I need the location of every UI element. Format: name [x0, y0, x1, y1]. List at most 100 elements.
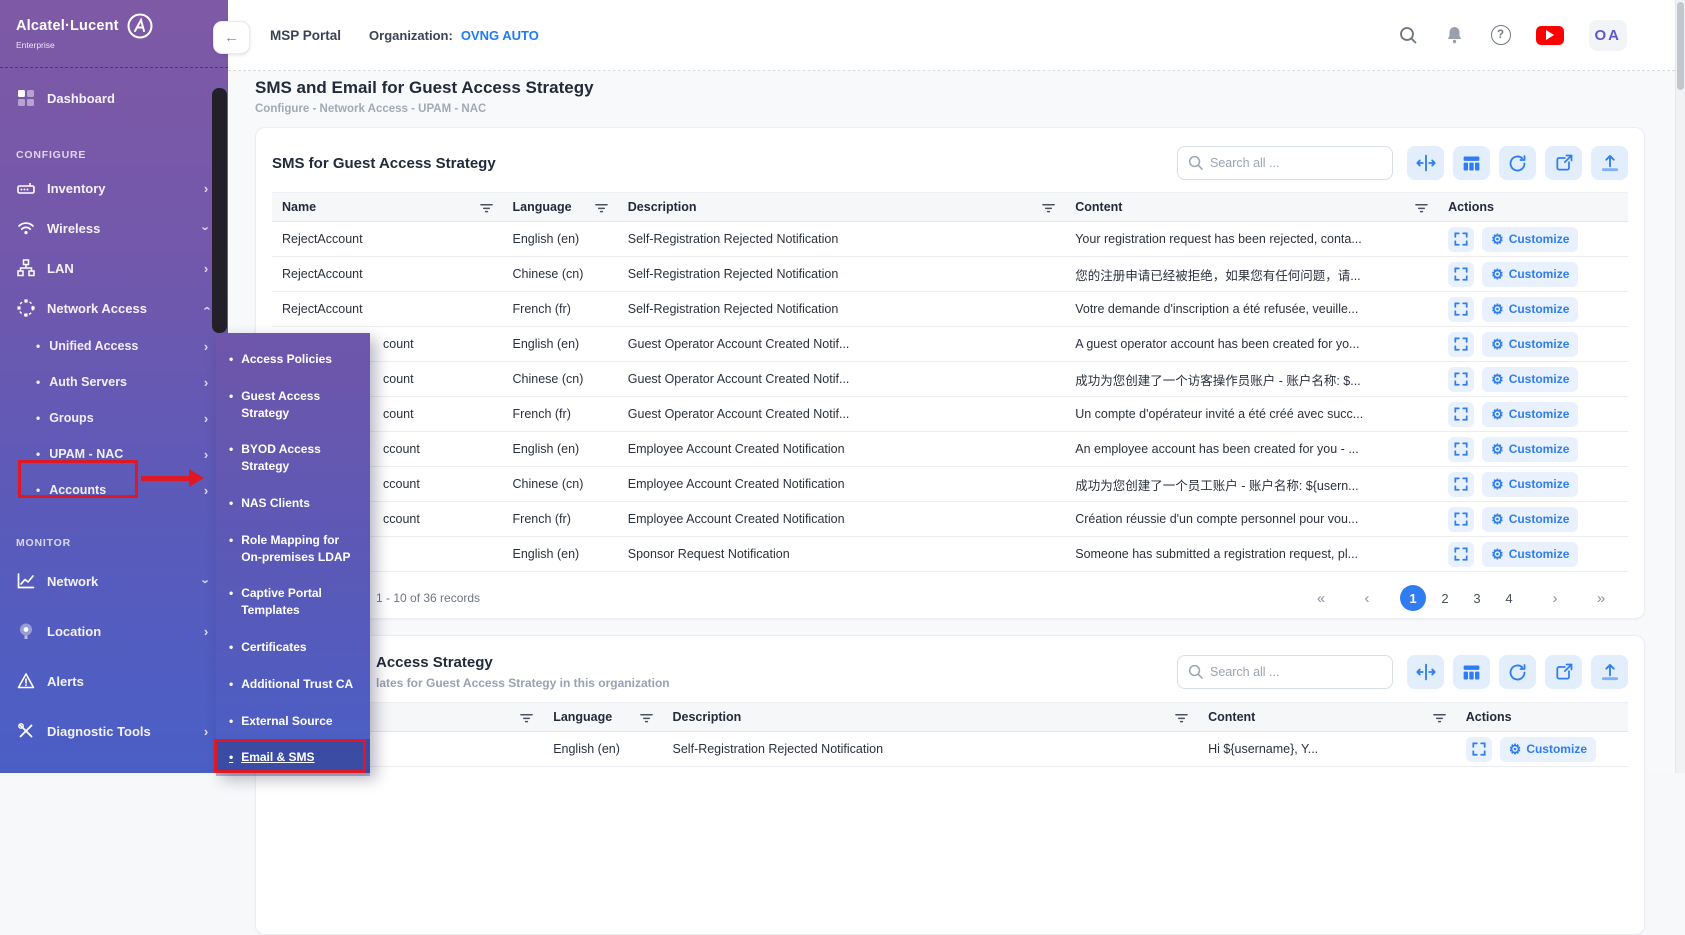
- sidebar-item-location[interactable]: Location: [0, 606, 228, 656]
- flyout-menu-item[interactable]: Captive Portal Templates: [216, 575, 370, 629]
- flyout-menu-item[interactable]: External Source: [216, 703, 370, 740]
- flyout-menu-item[interactable]: NAS Clients: [216, 485, 370, 522]
- table-row[interactable]: RejectAccount Chinese (cn) Self-Registra…: [272, 257, 1628, 292]
- flyout-menu-item[interactable]: BYOD Access Strategy: [216, 431, 370, 485]
- flyout-menu-item[interactable]: Access Policies: [216, 341, 370, 378]
- refresh-button[interactable]: [1499, 146, 1536, 180]
- sidebar-collapse-button[interactable]: [213, 21, 250, 54]
- sidebar-item-network[interactable]: Network: [0, 556, 228, 606]
- avatar[interactable]: OA: [1589, 20, 1628, 51]
- customize-button[interactable]: Customize: [1482, 227, 1578, 252]
- flyout-menu-item[interactable]: Additional Trust CA: [216, 666, 370, 703]
- flyout-menu-item[interactable]: Certificates: [216, 629, 370, 666]
- flyout-menu-item[interactable]: Email & SMS: [216, 739, 370, 776]
- page-scrollbar-thumb[interactable]: [1677, 2, 1684, 90]
- youtube-icon[interactable]: [1536, 26, 1564, 45]
- customize-button[interactable]: Customize: [1482, 472, 1578, 497]
- filter-icon[interactable]: [595, 201, 608, 214]
- filter-icon[interactable]: [1042, 201, 1055, 214]
- page-scrollbar[interactable]: [1675, 0, 1685, 773]
- sidebar-item-wireless[interactable]: Wireless: [0, 208, 228, 248]
- sidebar-scrollbar-thumb[interactable]: [212, 88, 227, 333]
- prev-page-button[interactable]: ‹: [1354, 585, 1380, 611]
- sidebar-item-unified-access[interactable]: Unified Access: [0, 328, 228, 364]
- filter-icon[interactable]: [1175, 711, 1188, 724]
- customize-button[interactable]: Customize: [1482, 297, 1578, 322]
- refresh-button[interactable]: [1499, 655, 1536, 689]
- expand-button[interactable]: [1448, 227, 1474, 252]
- expand-button[interactable]: [1466, 737, 1492, 762]
- expand-button[interactable]: [1448, 402, 1474, 427]
- export-button[interactable]: [1591, 655, 1628, 689]
- search-icon[interactable]: [1397, 24, 1419, 46]
- customize-button[interactable]: Customize: [1482, 542, 1578, 567]
- customize-button[interactable]: Customize: [1482, 332, 1578, 357]
- table-row[interactable]: count English (en) Guest Operator Accoun…: [272, 327, 1628, 362]
- chevron-right-icon: [200, 725, 212, 738]
- sidebar-item-groups[interactable]: Groups: [0, 400, 228, 436]
- organization-value-link[interactable]: OVNG AUTO: [461, 28, 539, 43]
- table-row[interactable]: ccount English (en) Employee Account Cre…: [272, 432, 1628, 467]
- sidebar-item-diagnostic-tools[interactable]: Diagnostic Tools: [0, 706, 228, 756]
- column-header-content: Content: [1208, 710, 1255, 724]
- export-button[interactable]: [1591, 146, 1628, 180]
- fit-columns-button[interactable]: [1407, 146, 1444, 180]
- search-input[interactable]: [1177, 146, 1393, 180]
- table-row[interactable]: count Chinese (cn) Guest Operator Accoun…: [272, 362, 1628, 397]
- sidebar-item-inventory[interactable]: Inventory: [0, 168, 228, 208]
- table-row[interactable]: English (en) Sponsor Request Notificatio…: [272, 537, 1628, 572]
- sidebar-item-network-access[interactable]: Network Access: [0, 288, 228, 328]
- search-input[interactable]: [1177, 655, 1393, 689]
- next-page-button[interactable]: ›: [1542, 585, 1568, 611]
- page-button-3[interactable]: 3: [1464, 585, 1490, 611]
- expand-button[interactable]: [1448, 437, 1474, 462]
- filter-icon[interactable]: [480, 201, 493, 214]
- expand-button[interactable]: [1448, 262, 1474, 287]
- sidebar-item-alerts[interactable]: Alerts: [0, 656, 228, 706]
- cell-language: English (en): [553, 742, 620, 756]
- cell-name: RejectAccount: [282, 302, 363, 316]
- table-row[interactable]: RejectAccount French (fr) Self-Registrat…: [272, 292, 1628, 327]
- table-row[interactable]: ccount Chinese (cn) Employee Account Cre…: [272, 467, 1628, 502]
- page-button-2[interactable]: 2: [1432, 585, 1458, 611]
- expand-button[interactable]: [1448, 472, 1474, 497]
- expand-button[interactable]: [1448, 297, 1474, 322]
- open-external-button[interactable]: [1545, 146, 1582, 180]
- customize-button[interactable]: Customize: [1482, 367, 1578, 392]
- flyout-menu-item[interactable]: Role Mapping for On-premises LDAP: [216, 522, 370, 576]
- sidebar-item-accounts[interactable]: Accounts: [0, 472, 228, 508]
- table-row[interactable]: count French (fr) Guest Operator Account…: [272, 397, 1628, 432]
- last-page-button[interactable]: »: [1588, 585, 1614, 611]
- filter-icon[interactable]: [1433, 711, 1446, 724]
- sidebar-item-auth-servers[interactable]: Auth Servers: [0, 364, 228, 400]
- filter-icon[interactable]: [640, 711, 653, 724]
- customize-button[interactable]: Customize: [1482, 507, 1578, 532]
- flyout-menu-item[interactable]: Guest Access Strategy: [216, 378, 370, 432]
- help-icon[interactable]: [1491, 25, 1511, 45]
- sidebar-item-lan[interactable]: LAN: [0, 248, 228, 288]
- sidebar-item-dashboard[interactable]: Dashboard: [0, 78, 228, 118]
- table-row[interactable]: RejectAccount English (en) Self-Registra…: [272, 222, 1628, 257]
- fit-columns-button[interactable]: [1407, 655, 1444, 689]
- sms-card-toolbar: [1177, 146, 1628, 180]
- sidebar-item-upam-nac[interactable]: UPAM - NAC: [0, 436, 228, 472]
- expand-button[interactable]: [1448, 332, 1474, 357]
- bell-icon[interactable]: [1444, 24, 1466, 46]
- customize-button[interactable]: Customize: [1482, 262, 1578, 287]
- customize-button[interactable]: Customize: [1500, 737, 1596, 762]
- table-row[interactable]: English (en) Self-Registration Rejected …: [272, 732, 1628, 767]
- columns-button[interactable]: [1453, 146, 1490, 180]
- first-page-button[interactable]: «: [1308, 585, 1334, 611]
- table-row[interactable]: ccount French (fr) Employee Account Crea…: [272, 502, 1628, 537]
- expand-button[interactable]: [1448, 507, 1474, 532]
- open-external-button[interactable]: [1545, 655, 1582, 689]
- expand-button[interactable]: [1448, 542, 1474, 567]
- customize-button[interactable]: Customize: [1482, 437, 1578, 462]
- expand-button[interactable]: [1448, 367, 1474, 392]
- page-button-1[interactable]: 1: [1400, 585, 1426, 611]
- page-button-4[interactable]: 4: [1496, 585, 1522, 611]
- columns-button[interactable]: [1453, 655, 1490, 689]
- filter-icon[interactable]: [1415, 201, 1428, 214]
- filter-icon[interactable]: [520, 711, 533, 724]
- customize-button[interactable]: Customize: [1482, 402, 1578, 427]
